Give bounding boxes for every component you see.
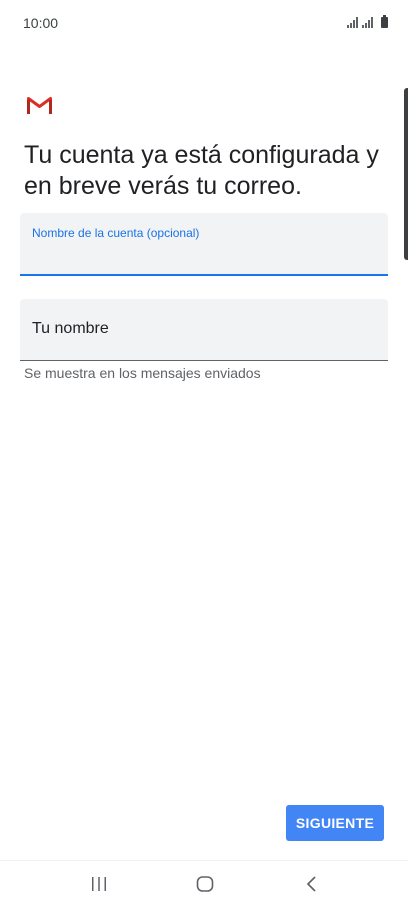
page-title: Tu cuenta ya está configurada y en breve…: [24, 141, 379, 200]
status-icons: [347, 15, 388, 28]
next-button[interactable]: SIGUIENTE: [286, 805, 384, 841]
home-button[interactable]: [175, 861, 235, 907]
account-name-label: Nombre de la cuenta (opcional): [32, 226, 200, 240]
your-name-field[interactable]: [20, 299, 388, 361]
signal-icon: [362, 17, 373, 28]
status-time: 10:00: [23, 15, 59, 31]
recents-button[interactable]: [69, 861, 129, 907]
battery-icon: [381, 15, 388, 28]
back-button[interactable]: [282, 861, 342, 907]
your-name-input[interactable]: [32, 318, 372, 340]
gmail-logo: [27, 97, 52, 114]
recents-icon: [92, 877, 106, 891]
account-name-field[interactable]: Nombre de la cuenta (opcional): [20, 213, 388, 276]
navigation-bar: [0, 860, 408, 907]
signal-icon: [347, 17, 358, 28]
status-bar: 10:00: [0, 0, 408, 46]
your-name-helper: Se muestra en los mensajes enviados: [24, 365, 261, 381]
home-icon: [196, 876, 214, 892]
edge-panel-handle[interactable]: [404, 88, 408, 260]
back-icon: [306, 876, 316, 892]
account-name-input[interactable]: [32, 245, 372, 267]
